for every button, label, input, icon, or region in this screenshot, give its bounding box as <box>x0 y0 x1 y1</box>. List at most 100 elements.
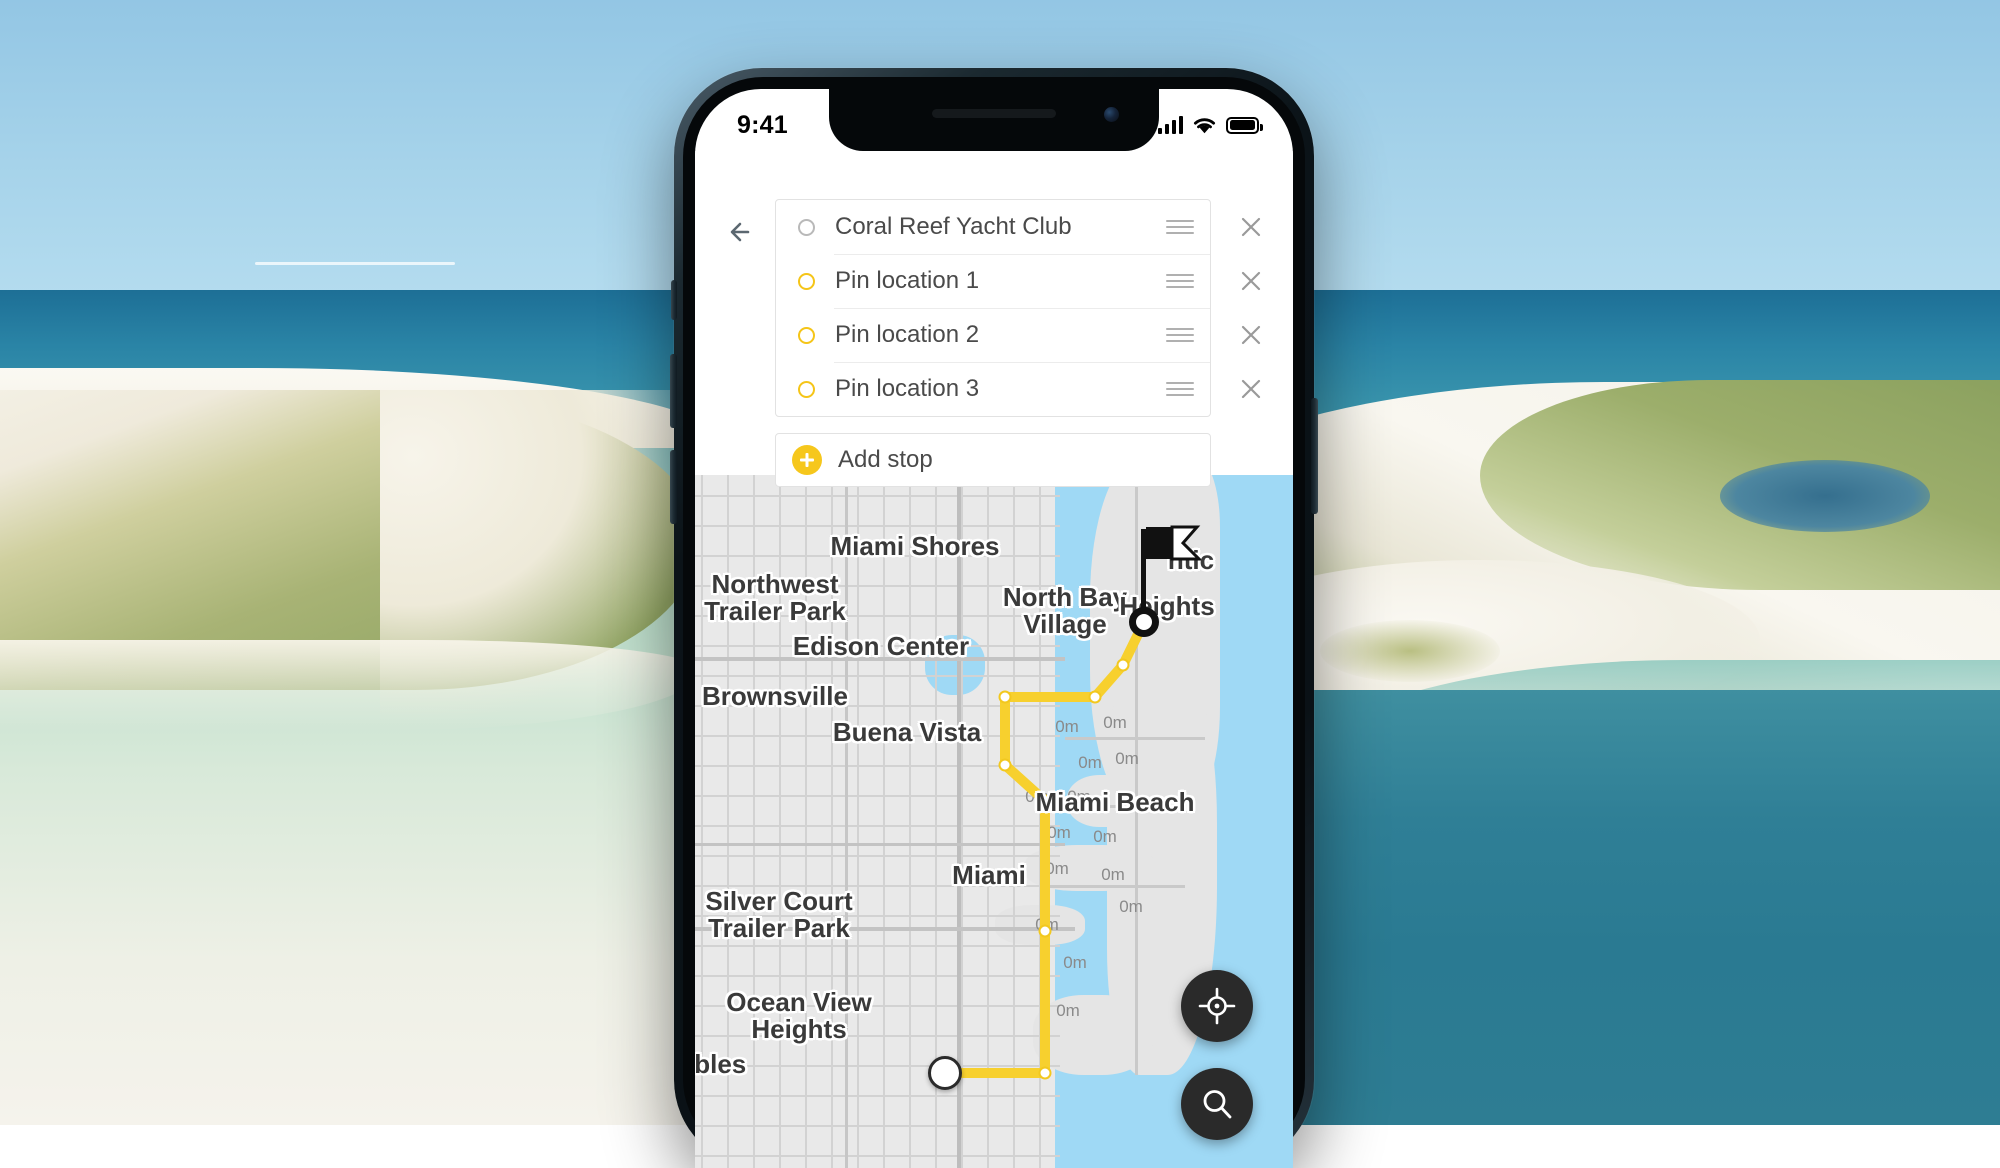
stops-card: Coral Reef Yacht Club Pin location 1 <box>775 199 1211 417</box>
map-street <box>695 495 1060 497</box>
stop-row-2[interactable]: Pin location 2 <box>776 308 1210 362</box>
stop-row-3[interactable]: Pin location 3 <box>776 362 1210 416</box>
map-canvas[interactable]: 0m0m0m0m0m0m0m0m0m0m0m0m0m0m Miami Shore… <box>695 475 1293 1168</box>
wifi-icon <box>1192 116 1217 135</box>
close-icon <box>1234 210 1268 244</box>
battery-full-icon <box>1226 117 1259 134</box>
route-segment <box>1040 931 1050 1073</box>
map-label: ables <box>695 1051 746 1078</box>
waypoint-marker-dot-1 <box>798 273 815 290</box>
close-icon <box>1234 264 1268 298</box>
volume-down-button[interactable] <box>670 450 677 524</box>
earpiece-speaker-icon <box>932 109 1056 118</box>
add-stop-button[interactable]: Add stop <box>775 433 1211 487</box>
photo-right-lagoon <box>1720 460 1930 532</box>
map-label: Miami Shores <box>830 533 999 560</box>
map-street <box>695 525 1060 527</box>
map-depth-label: 0m <box>1078 753 1102 773</box>
drag-handle-icon[interactable] <box>1166 270 1194 293</box>
map-depth-label: 0m <box>1056 1001 1080 1021</box>
add-stop-label: Add stop <box>838 446 933 474</box>
map-street <box>695 1065 1060 1067</box>
map-depth-label: 0m <box>1055 717 1079 737</box>
photo-boat-wake <box>255 262 455 265</box>
route-waypoint-node[interactable] <box>1039 925 1052 938</box>
stops-column: Coral Reef Yacht Club Pin location 1 <box>775 199 1269 487</box>
map-street <box>695 1155 1060 1157</box>
close-icon <box>1234 318 1268 352</box>
stop-label-origin[interactable]: Coral Reef Yacht Club <box>835 213 1166 241</box>
map-street <box>695 975 1060 977</box>
map-street <box>695 1095 1060 1097</box>
map-street <box>695 945 1060 947</box>
map-street <box>1065 737 1205 740</box>
map-street <box>695 675 1060 677</box>
map-depth-label: 0m <box>1101 865 1125 885</box>
route-waypoint-node[interactable] <box>999 759 1012 772</box>
stop-label-2[interactable]: Pin location 2 <box>835 321 1166 349</box>
drag-handle-icon[interactable] <box>1166 378 1194 401</box>
remove-stop-button-origin[interactable] <box>1234 210 1268 244</box>
cellular-signal-icon <box>1158 116 1184 134</box>
map-label: North Bay Village <box>1003 584 1127 638</box>
back-arrow-icon <box>722 212 762 252</box>
map-depth-label: 0m <box>1103 713 1127 733</box>
photo-right-grass-patch <box>1320 620 1500 682</box>
map-label: Miami Beach <box>1036 789 1195 816</box>
map-label: Silver Court Trailer Park <box>705 888 852 942</box>
phone-mockup: 9:41 <box>674 68 1314 1168</box>
remove-stop-button-2[interactable] <box>1234 318 1268 352</box>
map-street <box>695 843 1065 846</box>
stop-label-1[interactable]: Pin location 1 <box>835 267 1166 295</box>
drag-handle-icon[interactable] <box>1166 216 1194 239</box>
route-segment <box>1005 692 1095 702</box>
route-waypoint-node[interactable] <box>1117 659 1130 672</box>
route-waypoint-node[interactable] <box>999 691 1012 704</box>
map-label: Miami <box>952 862 1026 889</box>
route-segment <box>1040 801 1050 931</box>
mute-switch[interactable] <box>671 280 677 320</box>
locate-me-button[interactable] <box>1181 970 1253 1042</box>
close-icon <box>1234 372 1268 406</box>
map-street <box>695 795 1060 797</box>
status-icons <box>1158 116 1260 135</box>
map-depth-label: 0m <box>1115 749 1139 769</box>
back-button[interactable] <box>715 205 769 259</box>
origin-marker-dot <box>798 219 815 236</box>
remove-stop-button-3[interactable] <box>1234 372 1268 406</box>
volume-up-button[interactable] <box>670 354 677 428</box>
route-end-marker[interactable] <box>1129 607 1159 637</box>
map-label: Buena Vista <box>833 719 981 746</box>
waypoint-marker-dot-3 <box>798 381 815 398</box>
power-button[interactable] <box>1311 398 1318 514</box>
map-depth-label: 0m <box>1093 827 1117 847</box>
stop-row-origin[interactable]: Coral Reef Yacht Club <box>776 200 1210 254</box>
search-icon <box>1198 1085 1236 1123</box>
remove-stop-button-1[interactable] <box>1234 264 1268 298</box>
map-label: Edison Center <box>793 633 969 660</box>
stop-label-3[interactable]: Pin location 3 <box>835 375 1166 403</box>
stops-wrapper: Coral Reef Yacht Club Pin location 1 <box>775 199 1211 417</box>
locate-crosshair-icon <box>1198 987 1236 1025</box>
route-segment <box>1000 697 1010 765</box>
map-street <box>695 825 1060 827</box>
map-label: Brownsville <box>702 683 848 710</box>
map-label: Northwest Trailer Park <box>704 571 846 625</box>
waypoint-marker-dot-2 <box>798 327 815 344</box>
route-waypoint-node[interactable] <box>1089 691 1102 704</box>
map-depth-label: 0m <box>1119 897 1143 917</box>
route-waypoint-node[interactable] <box>1039 1067 1052 1080</box>
map-street <box>695 1125 1060 1127</box>
route-editor-panel: Coral Reef Yacht Club Pin location 1 <box>695 151 1293 475</box>
front-camera-icon <box>1104 107 1119 122</box>
status-time: 9:41 <box>737 111 788 140</box>
map-street <box>695 855 1060 857</box>
stop-row-1[interactable]: Pin location 1 <box>776 254 1210 308</box>
plus-circle-icon <box>792 445 822 475</box>
map-street <box>1045 885 1185 888</box>
phone-screen: 9:41 <box>695 89 1293 1168</box>
drag-handle-icon[interactable] <box>1166 324 1194 347</box>
map-search-button[interactable] <box>1181 1068 1253 1140</box>
route-start-marker[interactable] <box>928 1056 962 1090</box>
map-label: Ocean View Heights <box>726 989 872 1043</box>
